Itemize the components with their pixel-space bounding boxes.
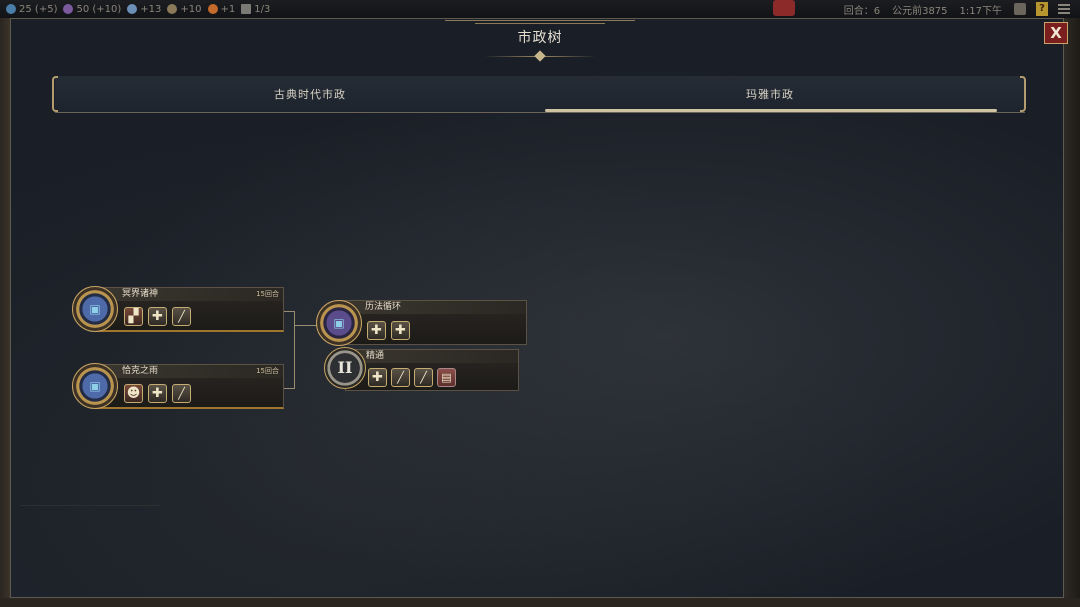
pen-icon[interactable]: ╱ bbox=[172, 384, 191, 403]
book-icon[interactable]: ▤ bbox=[437, 368, 456, 387]
map-edge-bottom bbox=[0, 598, 1080, 607]
civic-glyph-icon: ▣ bbox=[89, 302, 101, 316]
pen-icon[interactable]: ╱ bbox=[391, 368, 410, 387]
tree-connector bbox=[294, 325, 318, 326]
civic-header: 历法循环 bbox=[339, 301, 526, 314]
civic-header: 精通 bbox=[346, 350, 518, 363]
science-icon bbox=[6, 4, 16, 14]
tab-bar-cap-left bbox=[52, 76, 58, 112]
plus-icon[interactable]: ✚ bbox=[367, 321, 386, 340]
civic-name: 恰克之雨 bbox=[122, 366, 159, 376]
plus-icon[interactable]: ✚ bbox=[368, 368, 387, 387]
close-button[interactable]: X bbox=[1044, 22, 1068, 44]
culture-resource[interactable]: 50 (+10) bbox=[63, 4, 121, 15]
science-resource[interactable]: 25 (+5) bbox=[6, 4, 57, 15]
gold-icon bbox=[207, 4, 218, 14]
gold-resource[interactable]: +1 bbox=[207, 3, 236, 15]
top-ornament bbox=[445, 8, 635, 24]
unit-portrait-icon[interactable]: ▞ bbox=[124, 307, 143, 326]
culture-value: 50 bbox=[76, 3, 90, 15]
civic-medallion[interactable]: ▣ bbox=[72, 363, 118, 409]
tier-numeral: II bbox=[337, 358, 353, 377]
civic-glyph-icon: ▣ bbox=[333, 316, 345, 330]
production-resource[interactable]: +10 bbox=[167, 3, 202, 15]
faith-resource[interactable]: +13 bbox=[127, 4, 161, 15]
character-portrait-icon[interactable]: ☻ bbox=[124, 384, 143, 403]
page-title: 市政树 bbox=[517, 30, 563, 46]
faith-value: +13 bbox=[140, 3, 162, 15]
menu-icon[interactable] bbox=[1058, 4, 1070, 14]
help-icon[interactable]: ? bbox=[1036, 2, 1048, 16]
year-display: 公元前3875 bbox=[892, 5, 948, 17]
plus-icon[interactable]: ✚ bbox=[148, 384, 167, 403]
map-edge-right bbox=[1064, 18, 1080, 607]
tab-bar bbox=[55, 76, 1025, 113]
civic-medallion[interactable]: ▣ bbox=[316, 300, 362, 346]
pen-icon[interactable]: ╱ bbox=[172, 307, 191, 326]
notification-tab[interactable] bbox=[773, 0, 795, 16]
civic-turns: 15回合 bbox=[256, 367, 279, 375]
tab-bar-cap-right bbox=[1020, 76, 1026, 112]
turn-counter: 回合：6 bbox=[843, 5, 881, 17]
civic-header: 恰克之雨 15回合 bbox=[96, 365, 283, 378]
plus-icon[interactable]: ✚ bbox=[148, 307, 167, 326]
cities-value: 1/3 bbox=[254, 3, 271, 15]
culture-icon bbox=[63, 4, 74, 14]
science-rate: (+5) bbox=[34, 3, 58, 15]
minimap[interactable] bbox=[20, 505, 160, 586]
science-value: 25 bbox=[19, 3, 32, 15]
production-value: +10 bbox=[180, 3, 202, 15]
production-icon bbox=[167, 4, 178, 14]
culture-rate: (+10) bbox=[92, 3, 122, 15]
tab-maya-civics[interactable]: 玛雅市政 bbox=[670, 86, 870, 102]
civic-name: 精通 bbox=[366, 351, 385, 361]
cities-resource[interactable]: 1/3 bbox=[241, 4, 270, 15]
plus-icon[interactable]: ✚ bbox=[391, 321, 410, 340]
map-edge-left bbox=[0, 18, 10, 607]
civic-header: 冥界诸神 15回合 bbox=[96, 288, 283, 301]
civic-name: 历法循环 bbox=[365, 302, 402, 312]
gold-value: +1 bbox=[220, 3, 236, 15]
city-icon bbox=[241, 4, 252, 14]
civic-glyph-icon: ▣ bbox=[89, 379, 101, 393]
faith-icon bbox=[127, 4, 138, 14]
civic-turns: 15回合 bbox=[256, 290, 279, 298]
active-tab-indicator bbox=[545, 109, 997, 112]
tier-medallion[interactable]: II bbox=[324, 347, 366, 389]
civic-name: 冥界诸神 bbox=[122, 289, 159, 299]
tab-classical-civics[interactable]: 古典时代市政 bbox=[210, 86, 410, 102]
pen-icon[interactable]: ╱ bbox=[414, 368, 433, 387]
civic-medallion[interactable]: ▣ bbox=[72, 286, 118, 332]
tree-connector bbox=[294, 311, 295, 388]
reports-icon[interactable] bbox=[1014, 3, 1026, 15]
clock-display: 1:17下午 bbox=[959, 5, 1002, 17]
tree-connector bbox=[283, 388, 295, 389]
